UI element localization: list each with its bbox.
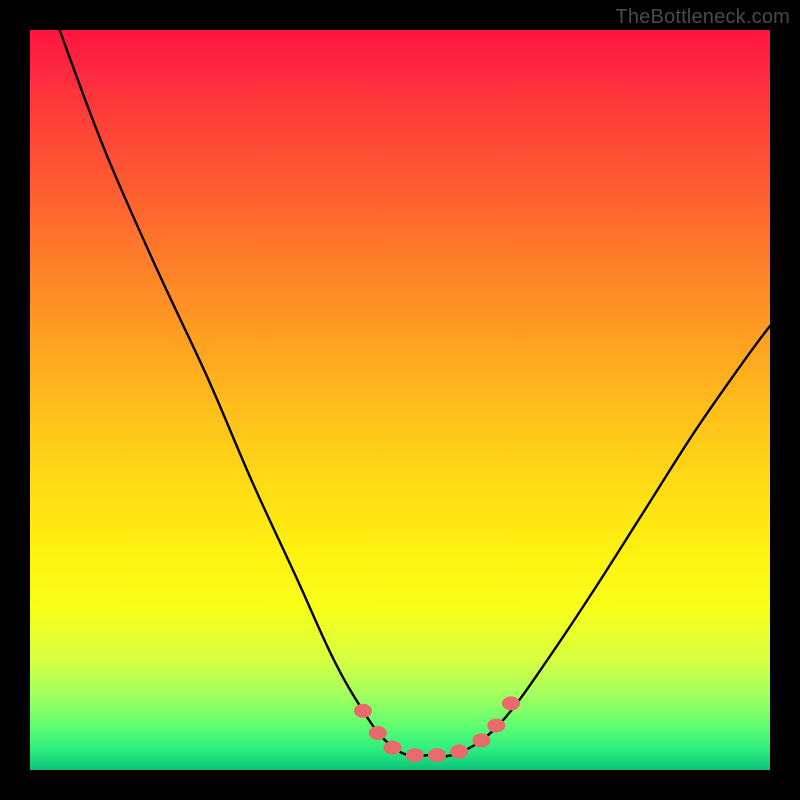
curve-marker [472,733,490,747]
curve-marker [502,696,520,710]
curve-marker [406,748,424,762]
credit-label: TheBottleneck.com [615,6,790,29]
curve-marker [487,719,505,733]
curve-marker [354,704,372,718]
curve-marker [428,748,446,762]
curve-marker [384,741,402,755]
curve-marker [369,726,387,740]
bottleneck-curve-path [60,30,770,756]
curve-marker [450,745,468,759]
curve-markers [354,696,520,762]
bottleneck-curve-svg [30,30,770,770]
chart-frame: TheBottleneck.com [0,0,800,800]
plot-area [30,30,770,770]
